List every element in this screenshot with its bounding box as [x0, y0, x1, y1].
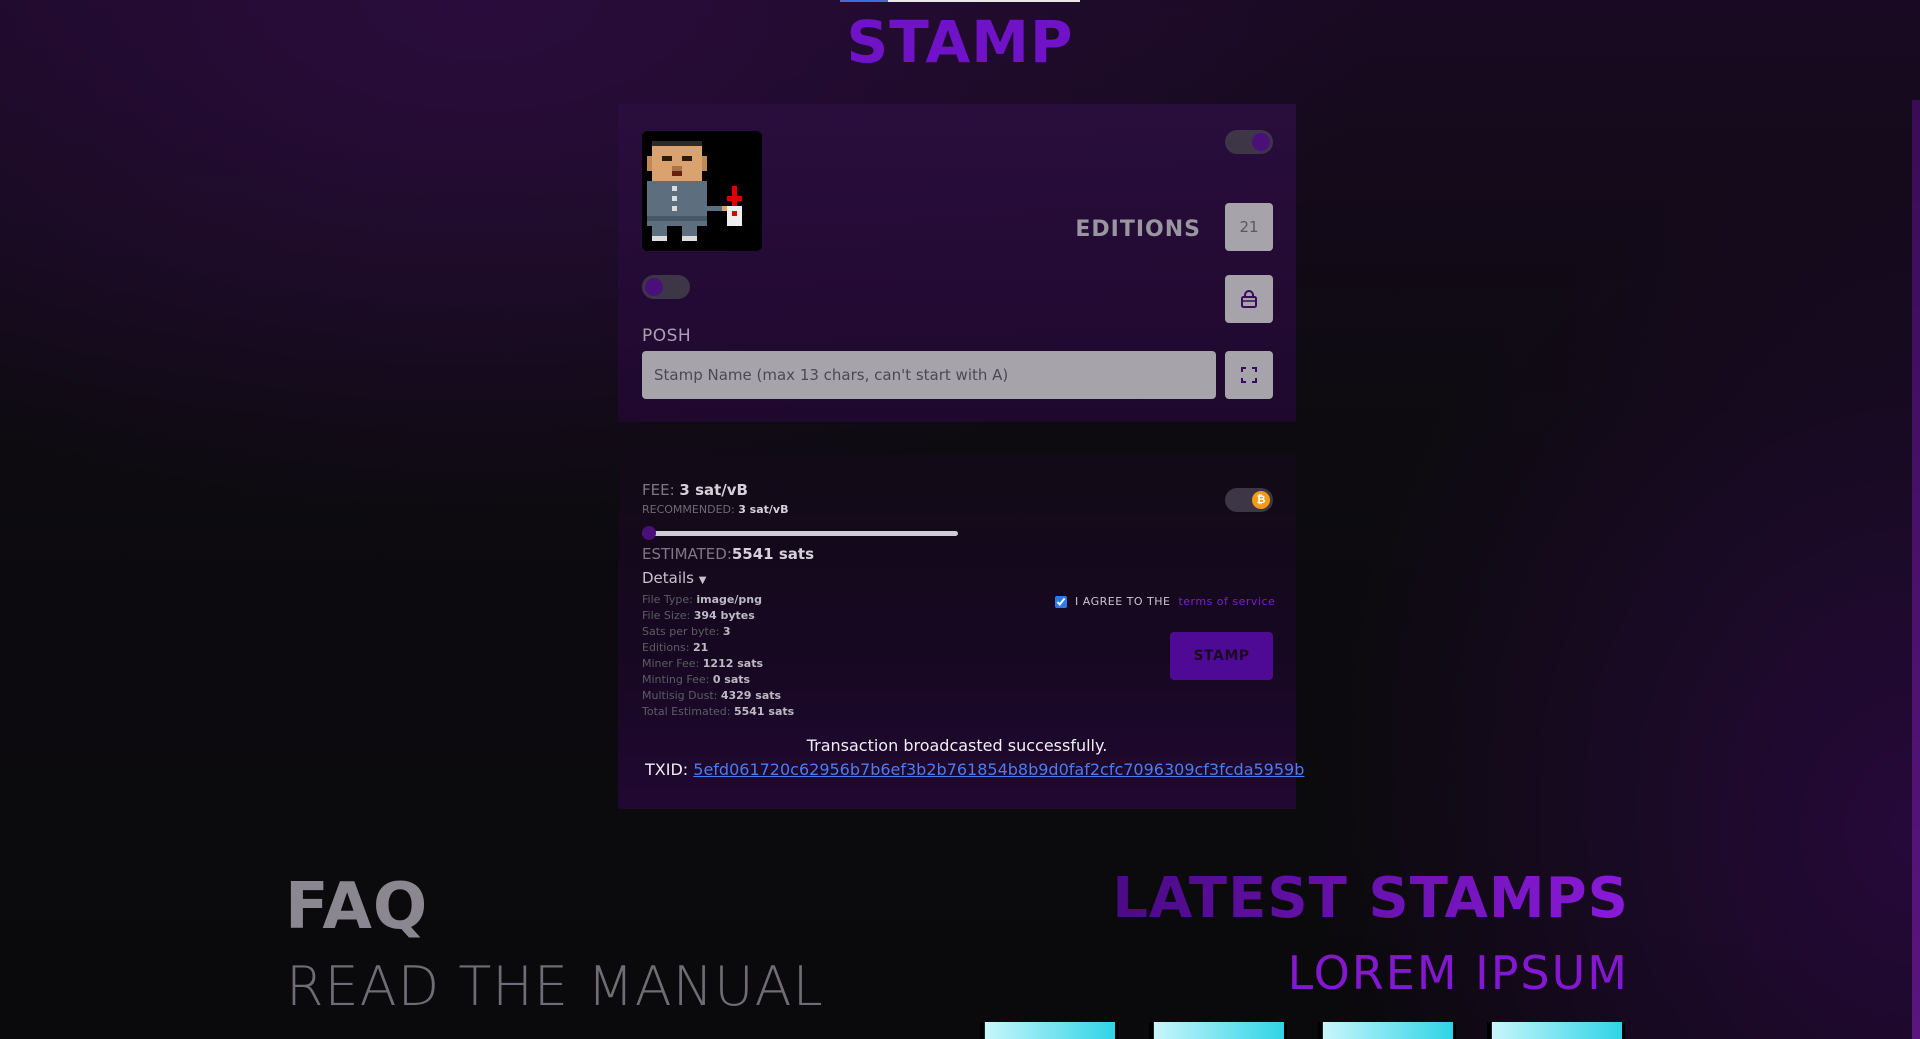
scroll-edge	[1912, 100, 1920, 1039]
detail-row: Minting Fee: 0 sats	[642, 672, 794, 688]
currency-toggle[interactable]: ₿	[1225, 488, 1273, 512]
latest-stamps-subheading: LOREM IPSUM	[1287, 946, 1629, 1000]
detail-row: Editions: 21	[642, 640, 794, 656]
estimated-line: ESTIMATED:5541 sats	[642, 545, 814, 563]
detail-value: 394 bytes	[693, 609, 755, 622]
recommended-value: 3 sat/vB	[738, 503, 789, 516]
stamp-tile[interactable]	[1149, 1022, 1287, 1039]
latest-stamps-heading: LATEST STAMPS	[1112, 866, 1629, 931]
editions-input[interactable]: 21	[1225, 203, 1273, 251]
detail-value: image/png	[696, 593, 762, 606]
fee-card: FEE: 3 sat/vB RECOMMENDED: 3 sat/vB ₿ ES…	[618, 455, 1304, 809]
fee-label: FEE:	[642, 481, 675, 499]
agree-text: I AGREE TO THE	[1075, 595, 1171, 608]
recommended-label: RECOMMENDED:	[642, 503, 735, 516]
txid-link[interactable]: 5efd061720c62956b7b6ef3b2b761854b8b9d0fa…	[693, 760, 1304, 779]
txid-line: TXID: 5efd061720c62956b7b6ef3b2b761854b8…	[645, 760, 1304, 779]
fee-line: FEE: 3 sat/vB	[642, 481, 748, 499]
pixel-art-image	[642, 131, 762, 251]
stamp-tile[interactable]	[1487, 1022, 1625, 1039]
detail-value: 5541 sats	[733, 705, 795, 718]
faq-heading: FAQ	[285, 870, 429, 944]
posh-toggle[interactable]	[642, 275, 690, 299]
detail-row: File Size: 394 bytes	[642, 608, 794, 624]
detail-label: Miner Fee:	[642, 657, 703, 670]
top-progress-fill	[840, 0, 888, 2]
detail-label: File Size:	[642, 609, 694, 622]
stamp-image-preview[interactable]	[642, 131, 762, 251]
details-list: File Type: image/png File Size: 394 bytes…	[642, 592, 794, 720]
toggle-knob	[645, 278, 663, 296]
detail-value: 0 sats	[712, 673, 751, 686]
detail-label: Minting Fee:	[642, 673, 713, 686]
faq-subheading: READ THE MANUAL	[286, 955, 824, 1018]
stamp-tile[interactable]	[980, 1022, 1118, 1039]
stamp-tile[interactable]	[1318, 1022, 1456, 1039]
detail-value: 1212 sats	[702, 657, 764, 670]
detail-value: 3	[722, 625, 731, 638]
posh-label: POSH	[642, 326, 692, 346]
stamp-name-input[interactable]	[642, 351, 1216, 399]
page-title: STAMP	[846, 8, 1074, 76]
expand-icon	[1241, 367, 1257, 383]
detail-row: Total Estimated: 5541 sats	[642, 704, 794, 720]
estimated-label: ESTIMATED:	[642, 545, 732, 563]
detail-label: Total Estimated:	[642, 705, 734, 718]
detail-row: Sats per byte: 3	[642, 624, 794, 640]
caret-down-icon: ▼	[698, 575, 707, 586]
detail-row: File Type: image/png	[642, 592, 794, 608]
recommended-line: RECOMMENDED: 3 sat/vB	[642, 503, 789, 516]
detail-value: 21	[693, 641, 709, 654]
toggle-knob	[1252, 133, 1270, 151]
editions-label: EDITIONS	[1075, 217, 1201, 242]
details-toggle[interactable]: Details ▼	[642, 569, 707, 587]
stamp-form-card: EDITIONS 21 POSH	[618, 104, 1296, 422]
terms-link[interactable]: terms of service	[1178, 595, 1275, 608]
fullscreen-button[interactable]	[1225, 351, 1273, 399]
detail-label: Editions:	[642, 641, 693, 654]
success-message: Transaction broadcasted successfully.	[806, 736, 1108, 755]
txid-label: TXID:	[645, 760, 689, 779]
stamp-button[interactable]: STAMP	[1170, 632, 1273, 680]
top-progress-bar	[840, 0, 1080, 2]
bitcoin-icon: ₿	[1252, 491, 1270, 509]
detail-row: Multisig Dust: 4329 sats	[642, 688, 794, 704]
detail-row: Miner Fee: 1212 sats	[642, 656, 794, 672]
details-label: Details	[642, 569, 695, 587]
estimated-value: 5541 sats	[731, 545, 814, 563]
fee-slider[interactable]	[642, 526, 958, 540]
detail-label: Sats per byte:	[642, 625, 723, 638]
terms-agreement[interactable]: I AGREE TO THE terms of service	[1055, 595, 1275, 608]
detail-label: File Type:	[642, 593, 697, 606]
detail-value: 4329 sats	[720, 689, 782, 702]
fee-value: 3 sat/vB	[679, 481, 748, 499]
detail-label: Multisig Dust:	[642, 689, 721, 702]
fee-slider-handle[interactable]	[642, 526, 656, 540]
terms-checkbox[interactable]	[1055, 595, 1067, 608]
lock-icon	[1241, 290, 1257, 308]
visibility-toggle[interactable]	[1225, 130, 1273, 154]
lock-button[interactable]	[1225, 275, 1273, 323]
